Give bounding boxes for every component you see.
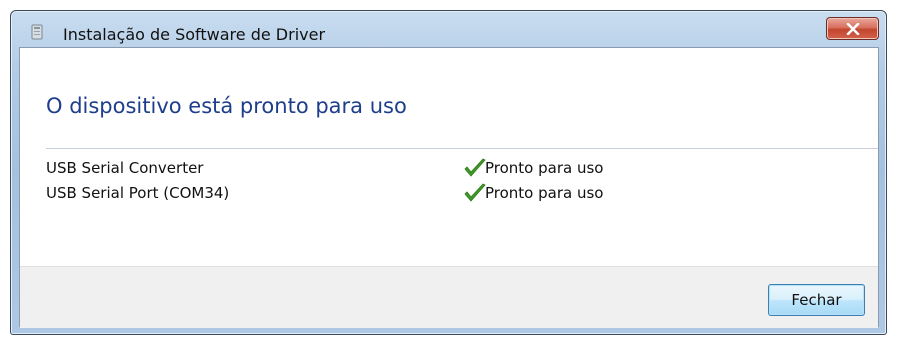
list-item: USB Serial Port (COM34) Pronto para uso [46, 180, 746, 205]
page-title: O dispositivo está pronto para uso [46, 94, 407, 118]
status-label: Pronto para uso [485, 184, 604, 202]
device-list: USB Serial Converter Pronto para uso USB… [46, 155, 746, 205]
close-dialog-button[interactable]: Fechar [768, 284, 865, 316]
title-bar[interactable]: Instalação de Software de Driver [11, 11, 886, 46]
status-label: Pronto para uso [485, 159, 604, 177]
checkmark-icon [464, 158, 486, 177]
driver-install-icon [31, 24, 43, 40]
dialog-window: Instalação de Software de Driver O dispo… [10, 10, 887, 335]
device-name: USB Serial Port (COM34) [46, 184, 230, 202]
close-icon [846, 23, 860, 35]
device-name: USB Serial Converter [46, 159, 204, 177]
window-close-button[interactable] [826, 17, 879, 40]
window-title: Instalação de Software de Driver [63, 25, 326, 44]
list-item: USB Serial Converter Pronto para uso [46, 155, 746, 180]
dialog-content: O dispositivo está pronto para uso USB S… [19, 47, 879, 328]
dialog-footer: Fechar [20, 266, 878, 328]
divider [46, 148, 878, 149]
checkmark-icon [464, 183, 486, 202]
